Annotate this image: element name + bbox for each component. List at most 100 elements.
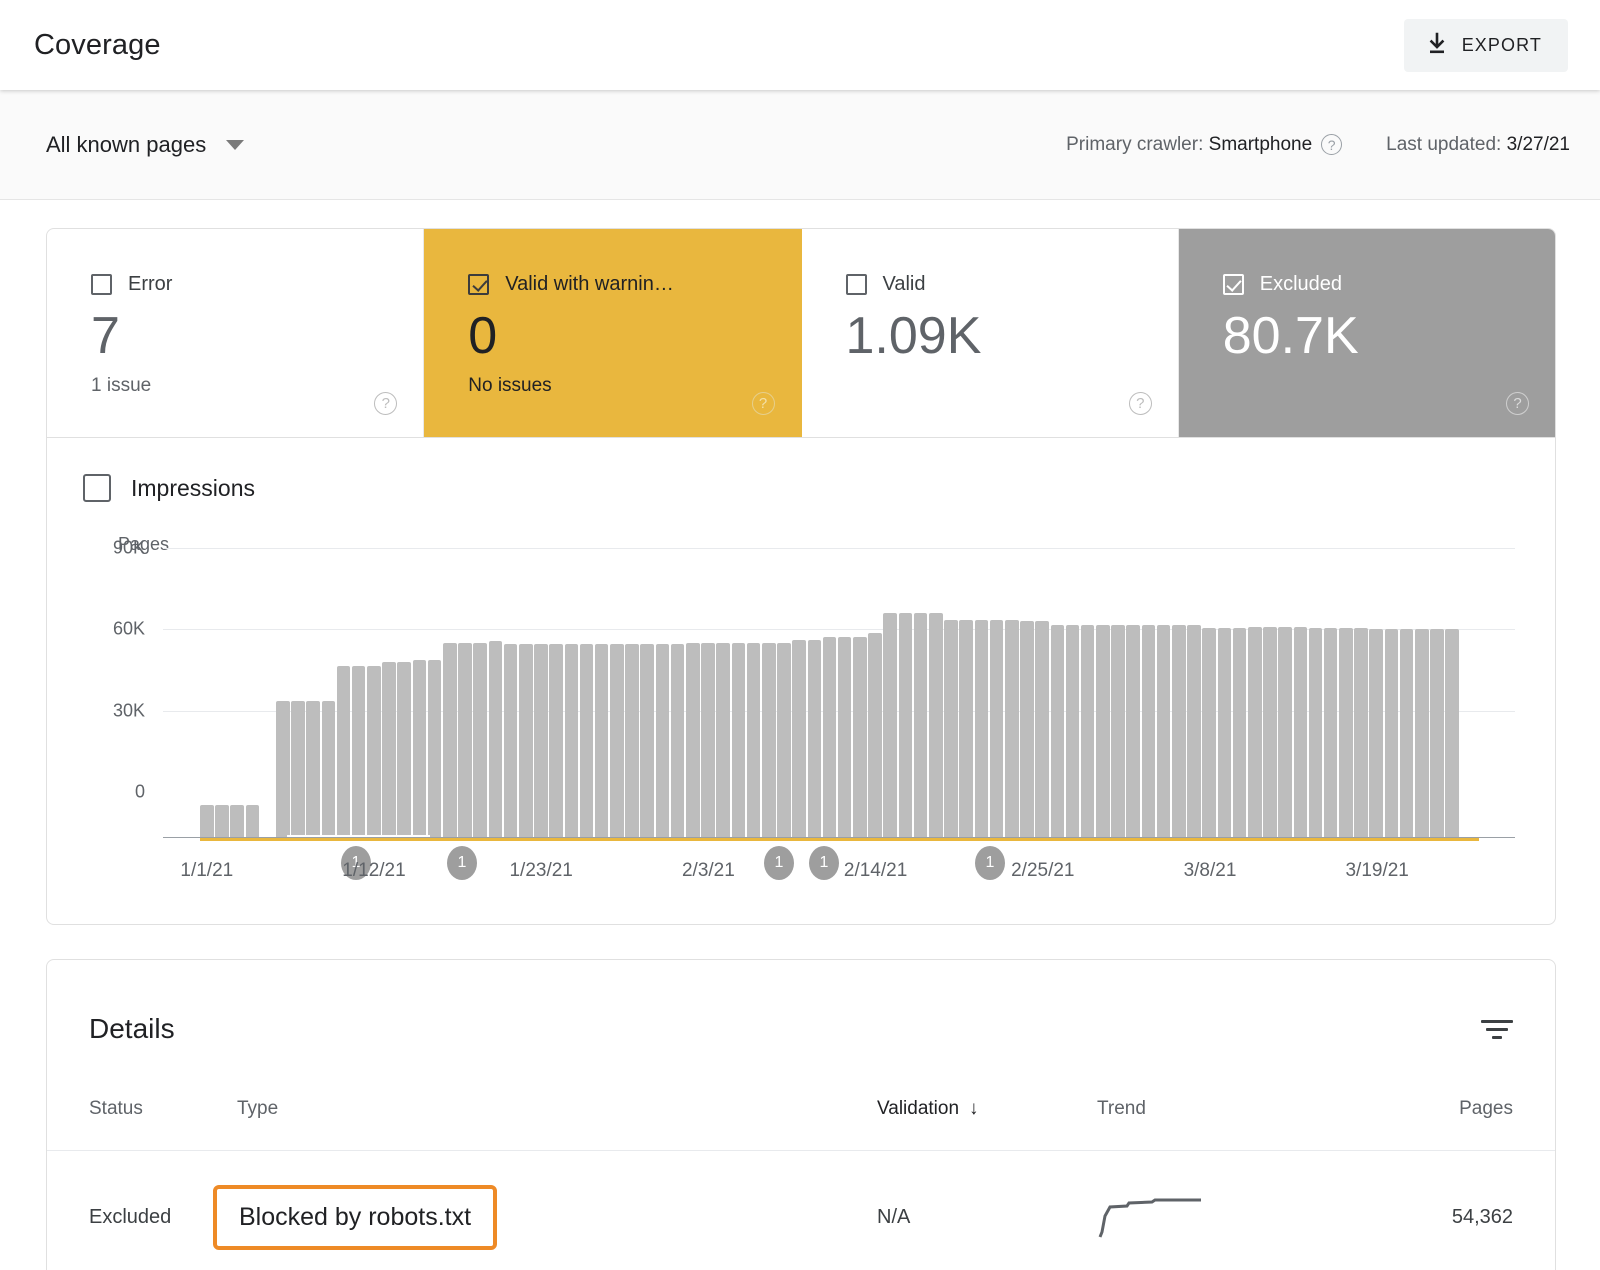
chart-bar[interactable] xyxy=(762,643,776,838)
chart-bar[interactable] xyxy=(1142,625,1156,838)
chart-bar[interactable] xyxy=(671,644,685,838)
chart-bar[interactable] xyxy=(747,643,761,838)
chart-bar[interactable] xyxy=(944,620,958,838)
chart-bar[interactable] xyxy=(823,637,837,838)
chart-bar[interactable] xyxy=(701,643,715,838)
chart-bar[interactable] xyxy=(1430,629,1444,838)
chart-bar[interactable] xyxy=(413,660,427,838)
status-tile-valid[interactable]: Valid 1.09K ? xyxy=(802,229,1179,437)
status-tile-excluded[interactable]: Excluded 80.7K ? xyxy=(1179,229,1555,437)
chart-bar[interactable] xyxy=(868,633,882,838)
chart-bar[interactable] xyxy=(428,660,442,838)
chart-bar[interactable] xyxy=(656,644,670,838)
export-button[interactable]: EXPORT xyxy=(1404,19,1568,72)
chart-bar[interactable] xyxy=(1005,620,1019,838)
status-tile-error[interactable]: Error 7 1 issue ? xyxy=(47,229,424,437)
checkbox-error[interactable] xyxy=(91,274,112,295)
chart-bar[interactable] xyxy=(640,644,654,838)
chart-bar[interactable] xyxy=(1415,629,1429,838)
chart-bar[interactable] xyxy=(1354,628,1368,838)
chart-bar[interactable] xyxy=(1051,625,1065,838)
chart-bar[interactable] xyxy=(1278,627,1292,838)
chart-bar[interactable] xyxy=(322,701,336,838)
chart-bar[interactable] xyxy=(1126,625,1140,838)
row-type-highlighted-label[interactable]: Blocked by robots.txt xyxy=(213,1185,497,1250)
chart-bar[interactable] xyxy=(975,620,989,838)
chart-bar[interactable] xyxy=(1400,629,1414,838)
chart-bar[interactable] xyxy=(306,701,320,838)
chart-bar[interactable] xyxy=(1096,625,1110,838)
column-header-validation[interactable]: Validation↓ xyxy=(877,1056,1097,1151)
row-type[interactable]: Blocked by robots.txt xyxy=(237,1151,877,1270)
chart-bar[interactable] xyxy=(1172,625,1186,838)
chart-bar[interactable] xyxy=(1369,629,1383,838)
help-circle-icon-valid[interactable]: ? xyxy=(1129,392,1152,415)
help-circle-icon-error[interactable]: ? xyxy=(374,392,397,415)
impressions-toggle[interactable]: Impressions xyxy=(83,474,1515,502)
checkbox-excluded[interactable] xyxy=(1223,274,1244,295)
chart-bar[interactable] xyxy=(215,805,229,838)
chart-bar[interactable] xyxy=(1187,625,1201,838)
column-header-pages[interactable]: Pages xyxy=(1347,1056,1555,1151)
chart-bar[interactable] xyxy=(291,701,305,838)
chart-bar[interactable] xyxy=(443,643,457,838)
chart-bar[interactable] xyxy=(1248,627,1262,838)
chart-bar[interactable] xyxy=(1157,625,1171,838)
chart-bar[interactable] xyxy=(230,805,244,838)
chart-bar[interactable] xyxy=(899,613,913,838)
chart-bar[interactable] xyxy=(1218,628,1232,838)
chart-bar[interactable] xyxy=(716,643,730,838)
chart-bar[interactable] xyxy=(1066,625,1080,838)
chart-bar[interactable] xyxy=(990,620,1004,838)
checkbox-impressions[interactable] xyxy=(83,474,111,502)
chart-bar[interactable] xyxy=(276,701,290,838)
chart-bar[interactable] xyxy=(397,662,411,838)
column-header-trend[interactable]: Trend xyxy=(1097,1056,1347,1151)
chart-bar[interactable] xyxy=(1294,627,1308,838)
chart-bar[interactable] xyxy=(565,644,579,838)
chart-bar[interactable] xyxy=(610,644,624,838)
chart-bar[interactable] xyxy=(1233,628,1247,838)
chart-bar[interactable] xyxy=(337,666,351,838)
chart-bar[interactable] xyxy=(1081,625,1095,838)
chart-bar[interactable] xyxy=(352,666,366,838)
chart-bar[interactable] xyxy=(580,644,594,838)
chart-bar[interactable] xyxy=(549,644,563,838)
chart-bar[interactable] xyxy=(686,643,700,838)
chart-bar[interactable] xyxy=(458,643,472,838)
chart-bar[interactable] xyxy=(519,644,533,838)
page-filter-dropdown[interactable]: All known pages xyxy=(46,132,244,158)
chart-bar[interactable] xyxy=(473,643,487,838)
status-tile-valid-with-warnings[interactable]: Valid with warnin… 0 No issues ? xyxy=(424,229,801,437)
chart-bar[interactable] xyxy=(595,644,609,838)
chart-bar[interactable] xyxy=(246,805,260,838)
table-row[interactable]: Excluded Blocked by robots.txt N/A 54,36… xyxy=(47,1151,1555,1270)
chart-bar[interactable] xyxy=(732,643,746,838)
chart-bar[interactable] xyxy=(1202,628,1216,838)
chart-bar[interactable] xyxy=(1035,621,1049,838)
chart-bar[interactable] xyxy=(838,637,852,838)
help-circle-icon-excluded[interactable]: ? xyxy=(1506,392,1529,415)
chart-bar[interactable] xyxy=(1263,627,1277,838)
chart-bar[interactable] xyxy=(883,613,897,838)
chart-bar[interactable] xyxy=(1445,629,1459,838)
chart-bar[interactable] xyxy=(1111,625,1125,838)
chart-bar[interactable] xyxy=(200,805,214,838)
chart-bar[interactable] xyxy=(959,620,973,838)
chart-bar[interactable] xyxy=(489,641,503,838)
chart-bar[interactable] xyxy=(808,640,822,838)
chart-bar[interactable] xyxy=(792,640,806,838)
chart-bar[interactable] xyxy=(504,644,518,838)
checkbox-valid[interactable] xyxy=(846,274,867,295)
column-header-status[interactable]: Status xyxy=(47,1056,237,1151)
chart-bar[interactable] xyxy=(929,613,943,838)
chart-bar[interactable] xyxy=(382,662,396,838)
chart-bar[interactable] xyxy=(1324,628,1338,838)
chart-bar[interactable] xyxy=(1020,621,1034,838)
chart-bar[interactable] xyxy=(914,613,928,838)
chart-bar[interactable] xyxy=(1339,628,1353,838)
checkbox-valid-with-warnings[interactable] xyxy=(468,274,489,295)
help-circle-icon-valid-with-warnings[interactable]: ? xyxy=(752,392,775,415)
chart-bar[interactable] xyxy=(1385,629,1399,838)
chart-bar[interactable] xyxy=(853,637,867,838)
